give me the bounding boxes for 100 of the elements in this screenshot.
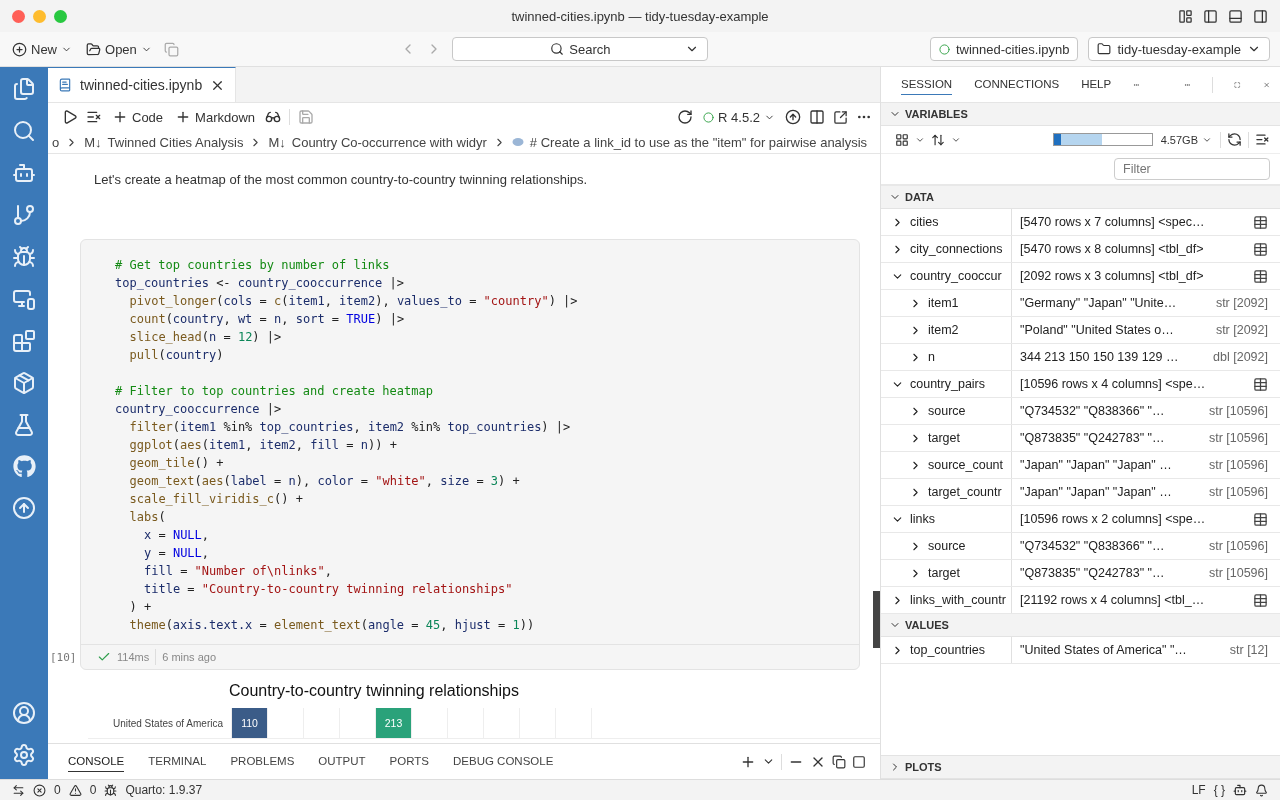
- account-icon[interactable]: [12, 701, 36, 725]
- close-light[interactable]: [12, 9, 25, 23]
- quarto-version[interactable]: Quarto: 1.9.37: [125, 783, 203, 797]
- file-pill[interactable]: twinned-cities.ipynb: [930, 37, 1079, 61]
- breadcrumb[interactable]: Twinned Cities Analysis: [107, 134, 244, 150]
- kernel-button[interactable]: R 4.5.2: [701, 107, 777, 127]
- folder-pill[interactable]: tidy-tuesday-example: [1088, 37, 1270, 61]
- upload-icon[interactable]: [785, 109, 801, 125]
- restore-icon[interactable]: [832, 754, 846, 769]
- section-header[interactable]: VALUES: [881, 614, 1280, 637]
- robot-icon[interactable]: [1233, 783, 1247, 797]
- table-icon[interactable]: [1253, 592, 1268, 608]
- panel-left-icon[interactable]: [1203, 8, 1218, 24]
- variable-row[interactable]: target "Q873835" "Q242783" "… str [10596]: [881, 425, 1280, 452]
- session-tab[interactable]: SESSION: [901, 74, 953, 95]
- restart-icon[interactable]: [677, 109, 694, 125]
- scrollbar-thumb[interactable]: [873, 591, 880, 648]
- panel-tab[interactable]: OUTPUT: [318, 751, 366, 772]
- open-button[interactable]: Open: [84, 39, 154, 59]
- section-header[interactable]: DATA: [881, 186, 1280, 209]
- open-external-icon[interactable]: [833, 109, 848, 125]
- refresh-icon[interactable]: [1227, 132, 1242, 147]
- clear-icon[interactable]: [86, 109, 102, 125]
- panel-tab[interactable]: PROBLEMS: [230, 751, 295, 772]
- variable-row[interactable]: item2 "Poland" "United States o… str [2092]: [881, 317, 1280, 344]
- code-line: labs(: [129, 510, 166, 524]
- session-tab[interactable]: HELP: [1081, 74, 1112, 95]
- layout-icon[interactable]: [1178, 8, 1193, 24]
- table-icon[interactable]: [1253, 241, 1268, 257]
- code-line: # Filter to top countries and create heatmap: [115, 384, 433, 398]
- add-markdown-button[interactable]: Markdown: [173, 107, 258, 127]
- variable-row[interactable]: n 344 213 150 150 139 129 … dbl [2092]: [881, 344, 1280, 371]
- variable-row[interactable]: city_connections [5470 rows x 8 columns] <tbl_df>: [881, 236, 1280, 263]
- variable-row[interactable]: source "Q734532" "Q838366" "… str [10596]: [881, 398, 1280, 425]
- table-icon[interactable]: [1253, 376, 1268, 392]
- panel-bottom-icon[interactable]: [1228, 8, 1243, 24]
- files-icon[interactable]: [12, 77, 36, 101]
- split-icon[interactable]: [809, 109, 825, 125]
- line-ending[interactable]: LF: [1191, 783, 1206, 797]
- variable-name: country_pairs: [910, 377, 986, 391]
- section-header[interactable]: PLOTS: [881, 755, 1280, 779]
- warning-icon[interactable]: [68, 783, 82, 797]
- remote-icon[interactable]: [12, 783, 25, 797]
- panel-tab[interactable]: DEBUG CONSOLE: [453, 751, 554, 772]
- sort-icon[interactable]: [931, 132, 945, 147]
- variable-value: [10596 rows x 4 columns] <spe…: [1020, 377, 1206, 391]
- variable-row[interactable]: item1 "Germany" "Japan" "Unite… str [2092]: [881, 290, 1280, 317]
- variable-row[interactable]: target_countr "Japan" "Japan" "Japan" … str [10596]: [881, 479, 1280, 506]
- language-mode[interactable]: { }: [1213, 783, 1225, 797]
- variable-row[interactable]: country_pairs [10596 rows x 4 columns] <spe…: [881, 371, 1280, 398]
- bug-icon[interactable]: [104, 783, 118, 797]
- warning-count[interactable]: 0: [89, 783, 97, 797]
- filter-field[interactable]: Filter: [1114, 158, 1270, 180]
- settings-icon[interactable]: [12, 743, 36, 767]
- package-icon[interactable]: [12, 371, 36, 395]
- search-icon[interactable]: [12, 119, 36, 143]
- error-count[interactable]: 0: [54, 783, 61, 797]
- variable-row[interactable]: source_count "Japan" "Japan" "Japan" … str [10596]: [881, 452, 1280, 479]
- variable-row[interactable]: country_cooccur [2092 rows x 3 columns] <tbl_df>: [881, 263, 1280, 290]
- breadcrumb[interactable]: # Create a link_id to use as the "item" for pairwise analysis: [529, 134, 868, 150]
- variable-row[interactable]: top_countries "United States of America" "… str [12]: [881, 637, 1280, 664]
- error-icon[interactable]: [33, 783, 46, 797]
- variable-row[interactable]: source "Q734532" "Q838366" "… str [10596]: [881, 533, 1280, 560]
- variable-name: item2: [928, 323, 959, 337]
- flask-icon[interactable]: [12, 413, 36, 437]
- new-button[interactable]: New: [10, 39, 74, 59]
- variable-name: cities: [910, 215, 939, 229]
- variable-row[interactable]: target "Q873835" "Q242783" "… str [10596]: [881, 560, 1280, 587]
- glasses-icon[interactable]: [265, 109, 282, 125]
- memory-button[interactable]: 4.57GB: [1158, 131, 1214, 148]
- panel-tab[interactable]: TERMINAL: [148, 751, 207, 772]
- github-icon[interactable]: [12, 455, 36, 478]
- panel-right-icon[interactable]: [1253, 8, 1268, 24]
- grid-icon[interactable]: [895, 132, 909, 147]
- add-code-button[interactable]: Code: [110, 107, 166, 127]
- code-line: pull(country): [129, 348, 224, 362]
- session-tab[interactable]: CONNECTIONS: [974, 74, 1060, 95]
- code-cell[interactable]: [80, 239, 860, 670]
- notebook-icon: [58, 78, 72, 92]
- variable-row[interactable]: links [10596 rows x 2 columns] <spe…: [881, 506, 1280, 533]
- panel-tab[interactable]: PORTS: [389, 751, 430, 772]
- code-line: ) +: [129, 600, 152, 614]
- blocks-icon[interactable]: [12, 329, 36, 353]
- bell-icon[interactable]: [1255, 783, 1268, 797]
- editor-tab[interactable]: twinned-cities.ipynb: [48, 67, 237, 102]
- clear-icon[interactable]: [1255, 132, 1270, 147]
- table-icon[interactable]: [1253, 511, 1268, 527]
- variable-row[interactable]: cities [5470 rows x 7 columns] <spec…: [881, 209, 1280, 236]
- table-icon[interactable]: [1253, 268, 1268, 284]
- maximize-icon[interactable]: [852, 754, 866, 769]
- table-icon[interactable]: [1253, 214, 1268, 230]
- branch-icon[interactable]: [12, 203, 36, 227]
- section-header[interactable]: VARIABLES: [881, 103, 1280, 126]
- search-box[interactable]: Search: [452, 37, 709, 61]
- monitor-icon[interactable]: [12, 287, 36, 311]
- breadcrumb[interactable]: o: [52, 134, 60, 150]
- breadcrumb[interactable]: Country Co-occurrence with widyr: [291, 134, 487, 150]
- panel-tab[interactable]: CONSOLE: [68, 751, 125, 772]
- run-all-icon[interactable]: [62, 109, 78, 125]
- code-line: filter(item1 %in% top_countries, item2 %in% top_countries) |>: [129, 420, 571, 434]
